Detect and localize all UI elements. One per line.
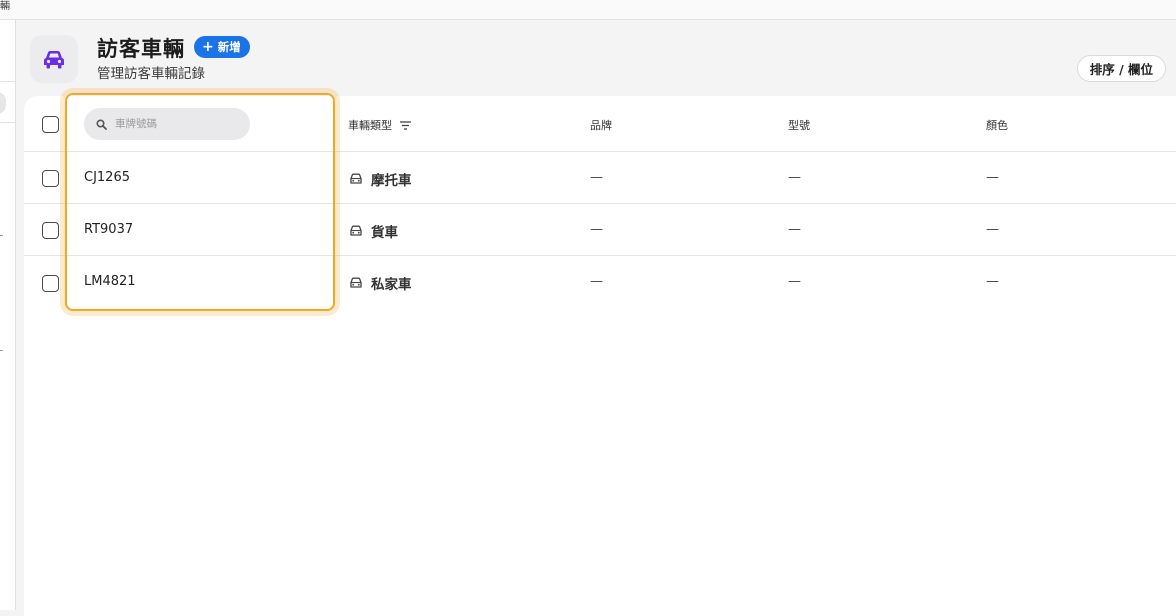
vehicle-table: 車輛類型 品牌 型號 顏色 CJ1265 摩托車 — — — RT9037	[24, 96, 1176, 616]
divider	[0, 350, 3, 351]
app-icon	[30, 35, 78, 83]
column-header-brand[interactable]: 品牌	[590, 117, 612, 133]
brand-cell: —	[590, 170, 603, 185]
add-button[interactable]: + 新增	[194, 36, 250, 58]
row-checkbox[interactable]	[42, 222, 59, 239]
divider	[0, 122, 15, 123]
color-cell: —	[986, 222, 999, 237]
brand-cell: —	[590, 222, 603, 237]
model-cell: —	[788, 170, 801, 185]
column-header-color[interactable]: 顏色	[986, 117, 1008, 133]
car-icon	[44, 51, 64, 69]
car-outline-icon	[350, 225, 362, 236]
color-cell: —	[986, 170, 999, 185]
plate-search-box[interactable]	[84, 108, 250, 140]
type-cell-label: 摩托車	[371, 173, 412, 189]
divider	[24, 151, 1176, 152]
divider	[0, 81, 15, 82]
page-subtitle: 管理訪客車輛記錄	[97, 66, 205, 82]
car-outline-icon	[350, 277, 362, 288]
collapsed-search-pill[interactable]	[0, 92, 6, 114]
left-panel	[0, 20, 16, 610]
type-cell: 私家車	[349, 273, 412, 293]
plate-cell: LM4821	[84, 274, 136, 289]
add-button-label: 新增	[217, 40, 241, 54]
car-outline-icon	[350, 173, 362, 184]
divider	[24, 203, 1176, 204]
plate-cell: CJ1265	[84, 170, 130, 185]
type-cell: 摩托車	[349, 169, 412, 189]
column-header-type-label: 車輛類型	[348, 119, 392, 132]
plus-icon: +	[202, 39, 214, 55]
filter-icon[interactable]	[400, 120, 411, 130]
column-header-model[interactable]: 型號	[788, 117, 810, 133]
divider	[24, 255, 1176, 256]
column-header-type[interactable]: 車輛類型	[348, 117, 411, 133]
type-cell-label: 貨車	[371, 225, 398, 241]
page-title: 訪客車輛	[97, 37, 185, 61]
brand-cell: —	[590, 274, 603, 289]
search-icon	[96, 118, 107, 130]
select-all-checkbox[interactable]	[42, 116, 59, 133]
plate-cell: RT9037	[84, 222, 134, 237]
type-cell: 貨車	[349, 221, 398, 241]
sort-columns-button[interactable]: 排序 / 欄位	[1076, 55, 1166, 82]
topbar-text-fragment: 輛	[0, 1, 10, 12]
row-checkbox[interactable]	[42, 170, 59, 187]
top-bar: 輛	[0, 0, 1176, 20]
divider	[0, 235, 3, 236]
model-cell: —	[788, 222, 801, 237]
color-cell: —	[986, 274, 999, 289]
type-cell-label: 私家車	[371, 277, 412, 293]
row-checkbox[interactable]	[42, 275, 59, 292]
plate-search-input[interactable]	[113, 117, 247, 131]
model-cell: —	[788, 274, 801, 289]
